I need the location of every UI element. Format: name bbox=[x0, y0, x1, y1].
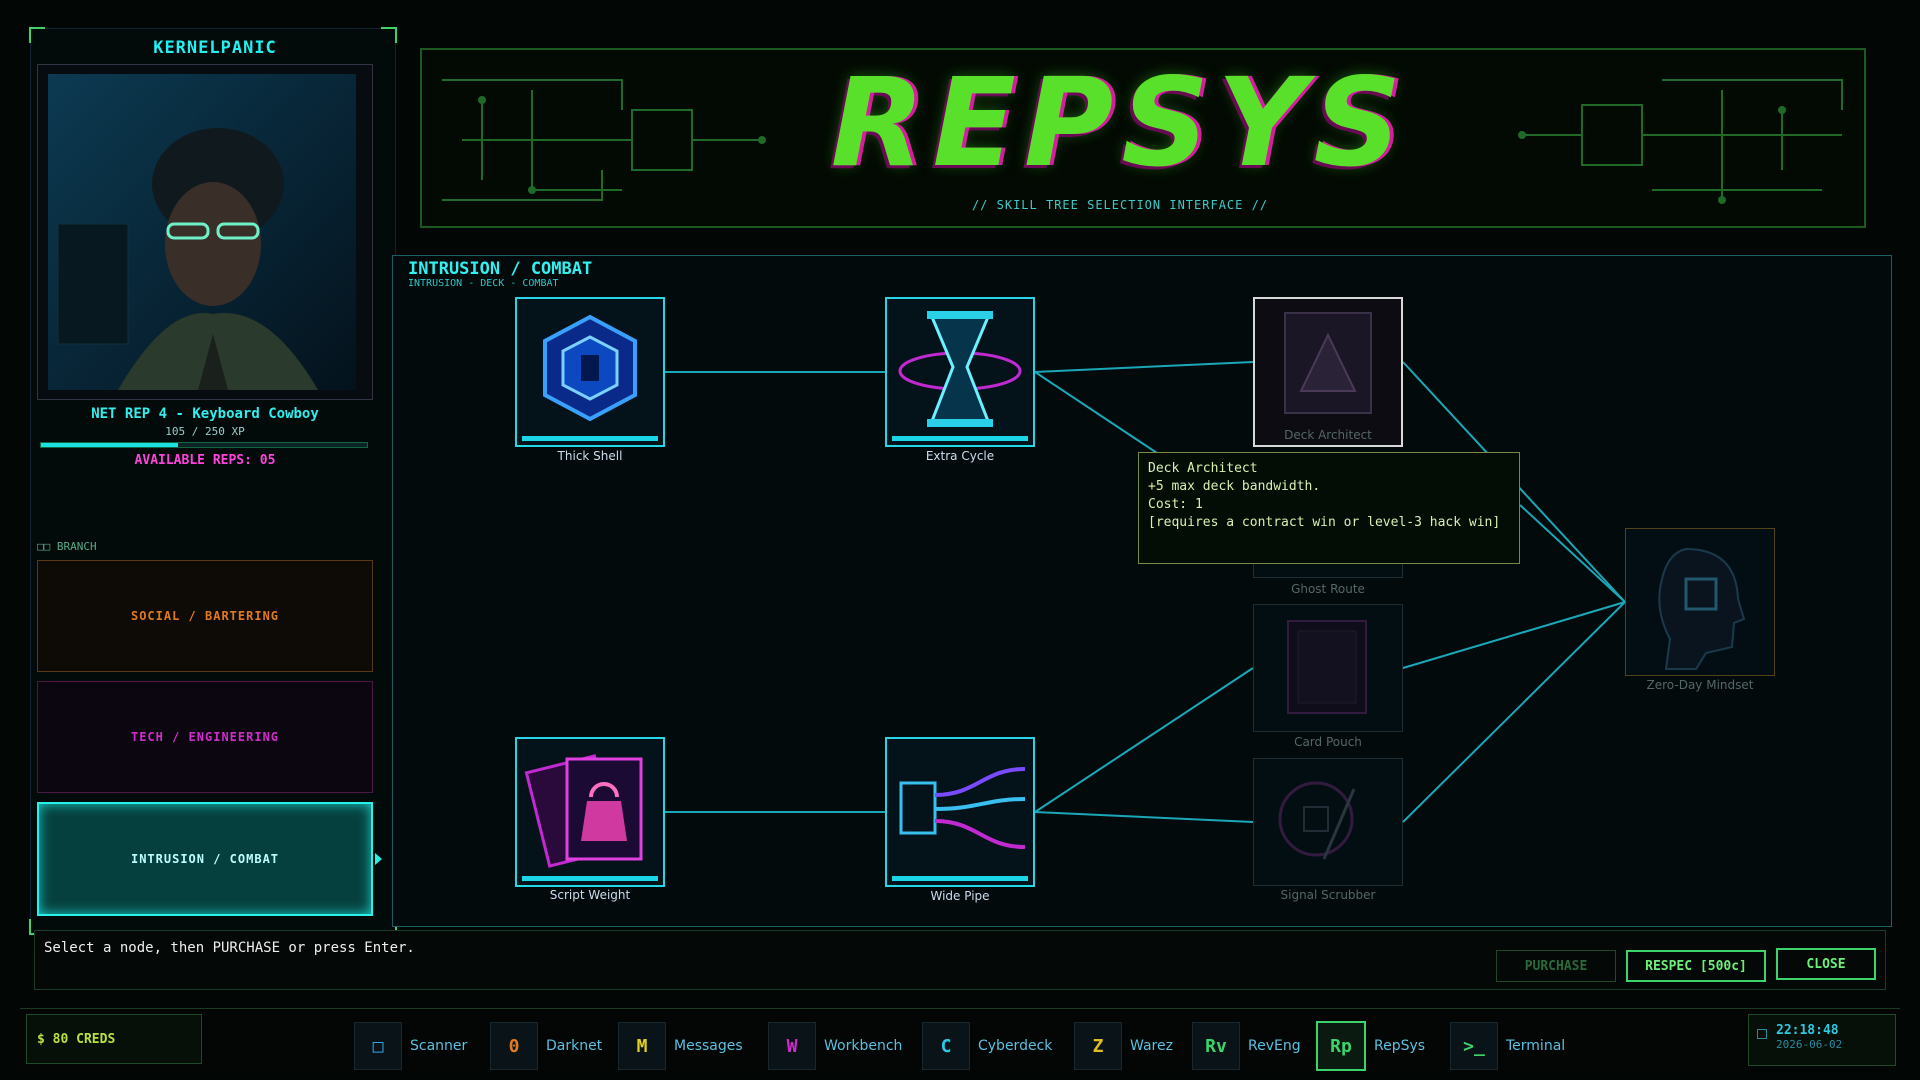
repsys-logo: REPSYS bbox=[830, 52, 1410, 194]
node-label-deck-architect: Deck Architect bbox=[1284, 428, 1372, 442]
terminal-icon: >_ bbox=[1450, 1022, 1498, 1070]
taskbar-label: Terminal bbox=[1506, 1038, 1566, 1054]
credits-display: $ 80 CREDS bbox=[26, 1014, 202, 1064]
workbench-icon: W bbox=[768, 1022, 816, 1070]
taskbar-label: Darknet bbox=[546, 1038, 603, 1054]
node-thick-shell[interactable] bbox=[515, 297, 665, 447]
node-label-thick-shell: Thick Shell bbox=[557, 449, 623, 463]
player-name: KERNELPANIC bbox=[153, 38, 277, 58]
tooltip-cost: Cost: 1 bbox=[1148, 497, 1203, 512]
taskbar-label: Cyberdeck bbox=[978, 1038, 1053, 1054]
branch-pointer-icon bbox=[375, 853, 382, 865]
taskbar-repsys[interactable]: Rp RepSys bbox=[1316, 1021, 1426, 1071]
repsys-icon: Rp bbox=[1316, 1021, 1366, 1071]
cyber-head-icon bbox=[1658, 547, 1746, 670]
node-label-signal-scrubber: Signal Scrubber bbox=[1280, 888, 1376, 902]
taskbar-warez[interactable]: Z Warez bbox=[1074, 1022, 1173, 1070]
tooltip-requirement: [requires a contract win or level-3 hack… bbox=[1148, 515, 1501, 530]
taskbar-label: RevEng bbox=[1248, 1038, 1301, 1054]
taskbar-cyberdeck[interactable]: C Cyberdeck bbox=[922, 1022, 1052, 1070]
taskbar-darknet[interactable]: 0 Darknet bbox=[490, 1022, 602, 1070]
xp-progress-bar bbox=[40, 442, 368, 448]
reveng-icon: Rv bbox=[1192, 1022, 1240, 1070]
taskbar-label: Scanner bbox=[410, 1038, 468, 1054]
cyberdeck-icon: C bbox=[922, 1022, 970, 1070]
status-hint: Select a node, then PURCHASE or press En… bbox=[44, 940, 415, 956]
hourglass-icon bbox=[898, 311, 1022, 427]
tree-title: INTRUSION / COMBAT bbox=[408, 259, 593, 279]
node-label-card-pouch: Card Pouch bbox=[1294, 735, 1362, 749]
warez-icon: Z bbox=[1074, 1022, 1122, 1070]
taskbar-reveng[interactable]: Rv RevEng bbox=[1192, 1022, 1301, 1070]
avatar bbox=[48, 74, 356, 390]
purchase-button[interactable]: PURCHASE bbox=[1496, 950, 1616, 982]
data-pipe-icon bbox=[899, 767, 1026, 849]
taskbar-messages[interactable]: M Messages bbox=[618, 1022, 743, 1070]
node-extra-cycle[interactable] bbox=[885, 297, 1035, 447]
messages-icon: M bbox=[618, 1022, 666, 1070]
header-subtitle: // SKILL TREE SELECTION INTERFACE // bbox=[971, 198, 1269, 212]
branch-intrusion-combat[interactable]: INTRUSION / COMBAT bbox=[37, 802, 373, 916]
taskbar-label: Warez bbox=[1130, 1038, 1173, 1054]
xp-counter: 105 / 250 XP bbox=[165, 425, 245, 438]
node-label-zero-day-mindset: Zero-Day Mindset bbox=[1646, 678, 1754, 692]
rank-title: NET REP 4 - Keyboard Cowboy bbox=[91, 406, 319, 422]
node-script-weight[interactable] bbox=[515, 737, 665, 887]
taskbar-workbench[interactable]: W Workbench bbox=[768, 1022, 902, 1070]
signal-broom-icon bbox=[1278, 781, 1356, 860]
close-button[interactable]: CLOSE bbox=[1776, 948, 1876, 980]
darknet-icon: 0 bbox=[490, 1022, 538, 1070]
node-wide-pipe[interactable] bbox=[885, 737, 1035, 887]
taskbar-terminal[interactable]: >_ Terminal bbox=[1450, 1022, 1565, 1070]
scanner-icon: □ bbox=[354, 1022, 402, 1070]
card-stack-icon bbox=[1287, 620, 1367, 714]
node-label-ghost-route: Ghost Route bbox=[1291, 582, 1365, 596]
branch-icon: □□ bbox=[37, 540, 57, 553]
branch-social-bartering[interactable]: SOCIAL / BARTERING bbox=[37, 560, 373, 672]
node-card-pouch[interactable] bbox=[1253, 604, 1403, 732]
branch-label: □□ BRANCH bbox=[37, 540, 97, 553]
node-signal-scrubber[interactable] bbox=[1253, 758, 1403, 886]
node-deck-architect[interactable] bbox=[1253, 297, 1403, 447]
kettlebell-cards-icon bbox=[524, 754, 643, 868]
node-label-script-weight: Script Weight bbox=[549, 888, 631, 902]
taskbar-label: Messages bbox=[674, 1038, 743, 1054]
clock-time: 22:18:48 bbox=[1776, 1023, 1839, 1038]
tooltip-effect: +5 max deck bandwidth. bbox=[1148, 479, 1321, 494]
node-label-wide-pipe: Wide Pipe bbox=[930, 889, 990, 903]
hexagon-shield-icon bbox=[543, 314, 637, 422]
clock-icon bbox=[1757, 1029, 1767, 1039]
node-label-extra-cycle: Extra Cycle bbox=[925, 449, 995, 463]
respec-button[interactable]: RESPEC [500c] bbox=[1626, 950, 1766, 982]
breadcrumb: INTRUSION - DECK - COMBAT bbox=[408, 278, 559, 289]
branch-tech-engineering[interactable]: TECH / ENGINEERING bbox=[37, 681, 373, 793]
taskbar-label: Workbench bbox=[824, 1038, 903, 1054]
node-zero-day-mindset[interactable] bbox=[1625, 528, 1775, 676]
card-pyramid-icon bbox=[1284, 312, 1372, 414]
taskbar-scanner[interactable]: □ Scanner bbox=[354, 1022, 467, 1070]
node-tooltip: Deck Architect +5 max deck bandwidth. Co… bbox=[1138, 452, 1520, 564]
taskbar-label: RepSys bbox=[1374, 1038, 1426, 1054]
tooltip-title: Deck Architect bbox=[1148, 461, 1258, 476]
available-reps: AVAILABLE REPS: 05 bbox=[134, 453, 276, 468]
clock-date: 2026-06-02 bbox=[1776, 1038, 1843, 1051]
xp-progress-fill bbox=[41, 443, 178, 447]
